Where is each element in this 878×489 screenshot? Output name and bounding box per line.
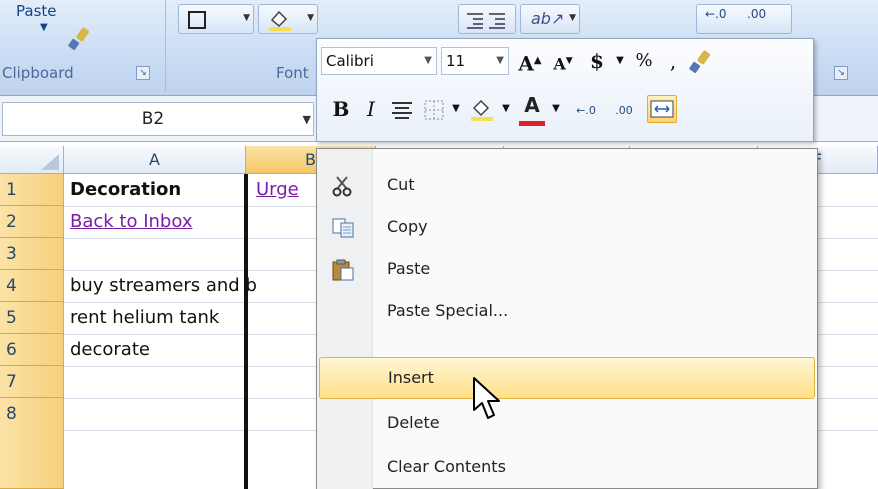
menu-item-label: Copy bbox=[387, 217, 428, 236]
cell-b1[interactable]: Urge bbox=[256, 174, 314, 206]
clipboard-launcher-icon[interactable]: ↘ bbox=[136, 66, 150, 80]
paste-icon bbox=[332, 259, 354, 281]
mini-font-value: Calibri bbox=[326, 52, 374, 70]
fill-color-icon[interactable] bbox=[469, 97, 495, 123]
font-color-swatch bbox=[519, 121, 545, 126]
size-dropdown-icon[interactable]: ▼ bbox=[496, 48, 504, 74]
orientation-dropdown-icon[interactable]: ▼ bbox=[569, 13, 576, 23]
font-color-icon: A bbox=[524, 93, 540, 117]
menu-item-label: Cut bbox=[387, 175, 415, 194]
borders-dropdown-icon[interactable]: ▼ bbox=[243, 13, 250, 23]
indent-icon bbox=[467, 13, 505, 29]
menu-item-label: Delete bbox=[387, 413, 440, 432]
borders-dropdown-icon[interactable]: ▼ bbox=[449, 95, 463, 123]
menu-item-label: Clear Contents bbox=[387, 457, 506, 476]
borders-button[interactable]: ▼ bbox=[178, 4, 254, 34]
select-all-corner[interactable] bbox=[0, 146, 64, 174]
increase-decimal-icon[interactable]: ←.0 bbox=[705, 7, 727, 21]
menu-item-label: Insert bbox=[388, 368, 434, 387]
row-header-2[interactable]: 2 bbox=[0, 206, 64, 238]
context-menu: Cut Copy Paste Paste Special... Insert D… bbox=[316, 148, 818, 489]
cell-a2[interactable]: Back to Inbox bbox=[70, 206, 192, 238]
cell-a5[interactable]: rent helium tank bbox=[70, 302, 219, 334]
menu-item-insert[interactable]: Insert bbox=[319, 357, 815, 399]
orientation-icon: ab↗ bbox=[531, 9, 565, 28]
fill-color-dropdown-icon[interactable]: ▼ bbox=[499, 95, 513, 123]
menu-item-label: Paste Special... bbox=[387, 301, 509, 320]
copy-icon bbox=[332, 218, 354, 238]
bold-button[interactable]: B bbox=[329, 95, 353, 123]
menu-item-delete[interactable]: Delete bbox=[321, 403, 813, 445]
menu-item-cut[interactable]: Cut bbox=[321, 165, 813, 207]
row-header-8[interactable]: 8 bbox=[0, 398, 64, 489]
menu-item-copy[interactable]: Copy bbox=[321, 207, 813, 249]
fill-color-icon bbox=[269, 10, 291, 31]
currency-dropdown-icon[interactable]: ▼ bbox=[613, 47, 627, 75]
decrease-decimal-icon[interactable]: .00 bbox=[607, 97, 641, 125]
decimal-buttons[interactable]: ←.0 .00 bbox=[696, 4, 792, 34]
percent-button[interactable]: % bbox=[631, 47, 657, 75]
selected-column-border bbox=[244, 174, 248, 489]
paste-dropdown-icon[interactable]: ▼ bbox=[40, 22, 48, 33]
cell-a4[interactable]: buy streamers and b bbox=[70, 270, 316, 302]
fill-color-dropdown-icon[interactable]: ▼ bbox=[307, 13, 314, 23]
row-header-6[interactable]: 6 bbox=[0, 334, 64, 366]
increase-decimal-icon[interactable]: ←.0 bbox=[569, 97, 603, 125]
name-box-value: B2 bbox=[141, 109, 165, 129]
row-header-5[interactable]: 5 bbox=[0, 302, 64, 334]
decrease-indent-button[interactable] bbox=[458, 4, 516, 34]
row-header-4[interactable]: 4 bbox=[0, 270, 64, 302]
menu-item-clear-contents[interactable]: Clear Contents bbox=[321, 447, 813, 489]
paste-button[interactable]: Paste bbox=[16, 2, 57, 20]
column-header-a[interactable]: A bbox=[64, 146, 246, 174]
font-group-label: Font bbox=[276, 64, 309, 82]
cell-a6[interactable]: decorate bbox=[70, 334, 150, 366]
mini-toolbar: Calibri ▼ 11 ▼ A▲ A▼ $ ▼ % , B I ▼ ▼ A ▼… bbox=[316, 38, 814, 142]
grow-font-button[interactable]: A▲ bbox=[515, 47, 545, 76]
merge-center-button[interactable] bbox=[647, 95, 677, 123]
row-header-3[interactable]: 3 bbox=[0, 238, 64, 270]
orientation-button[interactable]: ab↗ ▼ bbox=[520, 4, 580, 34]
borders-icon[interactable] bbox=[423, 99, 445, 121]
merge-center-icon bbox=[650, 100, 674, 118]
font-color-dropdown-icon[interactable]: ▼ bbox=[549, 95, 563, 123]
font-color-button[interactable]: A bbox=[519, 91, 545, 119]
shrink-font-icon: A bbox=[553, 54, 566, 74]
scissors-icon bbox=[332, 176, 352, 197]
clipboard-group-label: Clipboard bbox=[2, 64, 74, 82]
font-dropdown-icon[interactable]: ▼ bbox=[424, 48, 432, 74]
currency-button[interactable]: $ bbox=[587, 47, 607, 75]
comma-button[interactable]: , bbox=[663, 47, 683, 75]
menu-item-paste[interactable]: Paste bbox=[321, 249, 813, 291]
cell-a1[interactable]: Decoration bbox=[70, 174, 181, 206]
mouse-pointer-icon bbox=[473, 377, 500, 419]
center-align-icon[interactable] bbox=[391, 101, 413, 119]
number-launcher-icon[interactable]: ↘ bbox=[834, 66, 848, 80]
row-header-1[interactable]: 1 bbox=[0, 174, 64, 206]
clipboard-group: Paste ▼ Clipboard ↘ bbox=[0, 0, 166, 92]
menu-item-label: Paste bbox=[387, 259, 431, 278]
format-painter-icon[interactable] bbox=[687, 49, 713, 75]
shrink-font-button[interactable]: A▼ bbox=[549, 47, 577, 75]
mini-font-select[interactable]: Calibri ▼ bbox=[321, 47, 437, 75]
fill-color-button[interactable]: ▼ bbox=[258, 4, 318, 34]
borders-icon bbox=[188, 11, 206, 29]
select-all-icon bbox=[41, 154, 59, 170]
name-box-dropdown-icon[interactable]: ▼ bbox=[303, 113, 311, 126]
row-header-7[interactable]: 7 bbox=[0, 366, 64, 398]
name-box[interactable]: B2 ▼ bbox=[2, 102, 314, 136]
italic-button[interactable]: I bbox=[359, 95, 383, 123]
format-painter-icon[interactable] bbox=[66, 26, 92, 52]
mini-size-value: 11 bbox=[446, 52, 466, 70]
grow-font-icon: A bbox=[518, 51, 534, 76]
menu-item-paste-special[interactable]: Paste Special... bbox=[321, 291, 813, 333]
decrease-decimal-icon[interactable]: .00 bbox=[747, 7, 766, 21]
mini-size-select[interactable]: 11 ▼ bbox=[441, 47, 509, 75]
